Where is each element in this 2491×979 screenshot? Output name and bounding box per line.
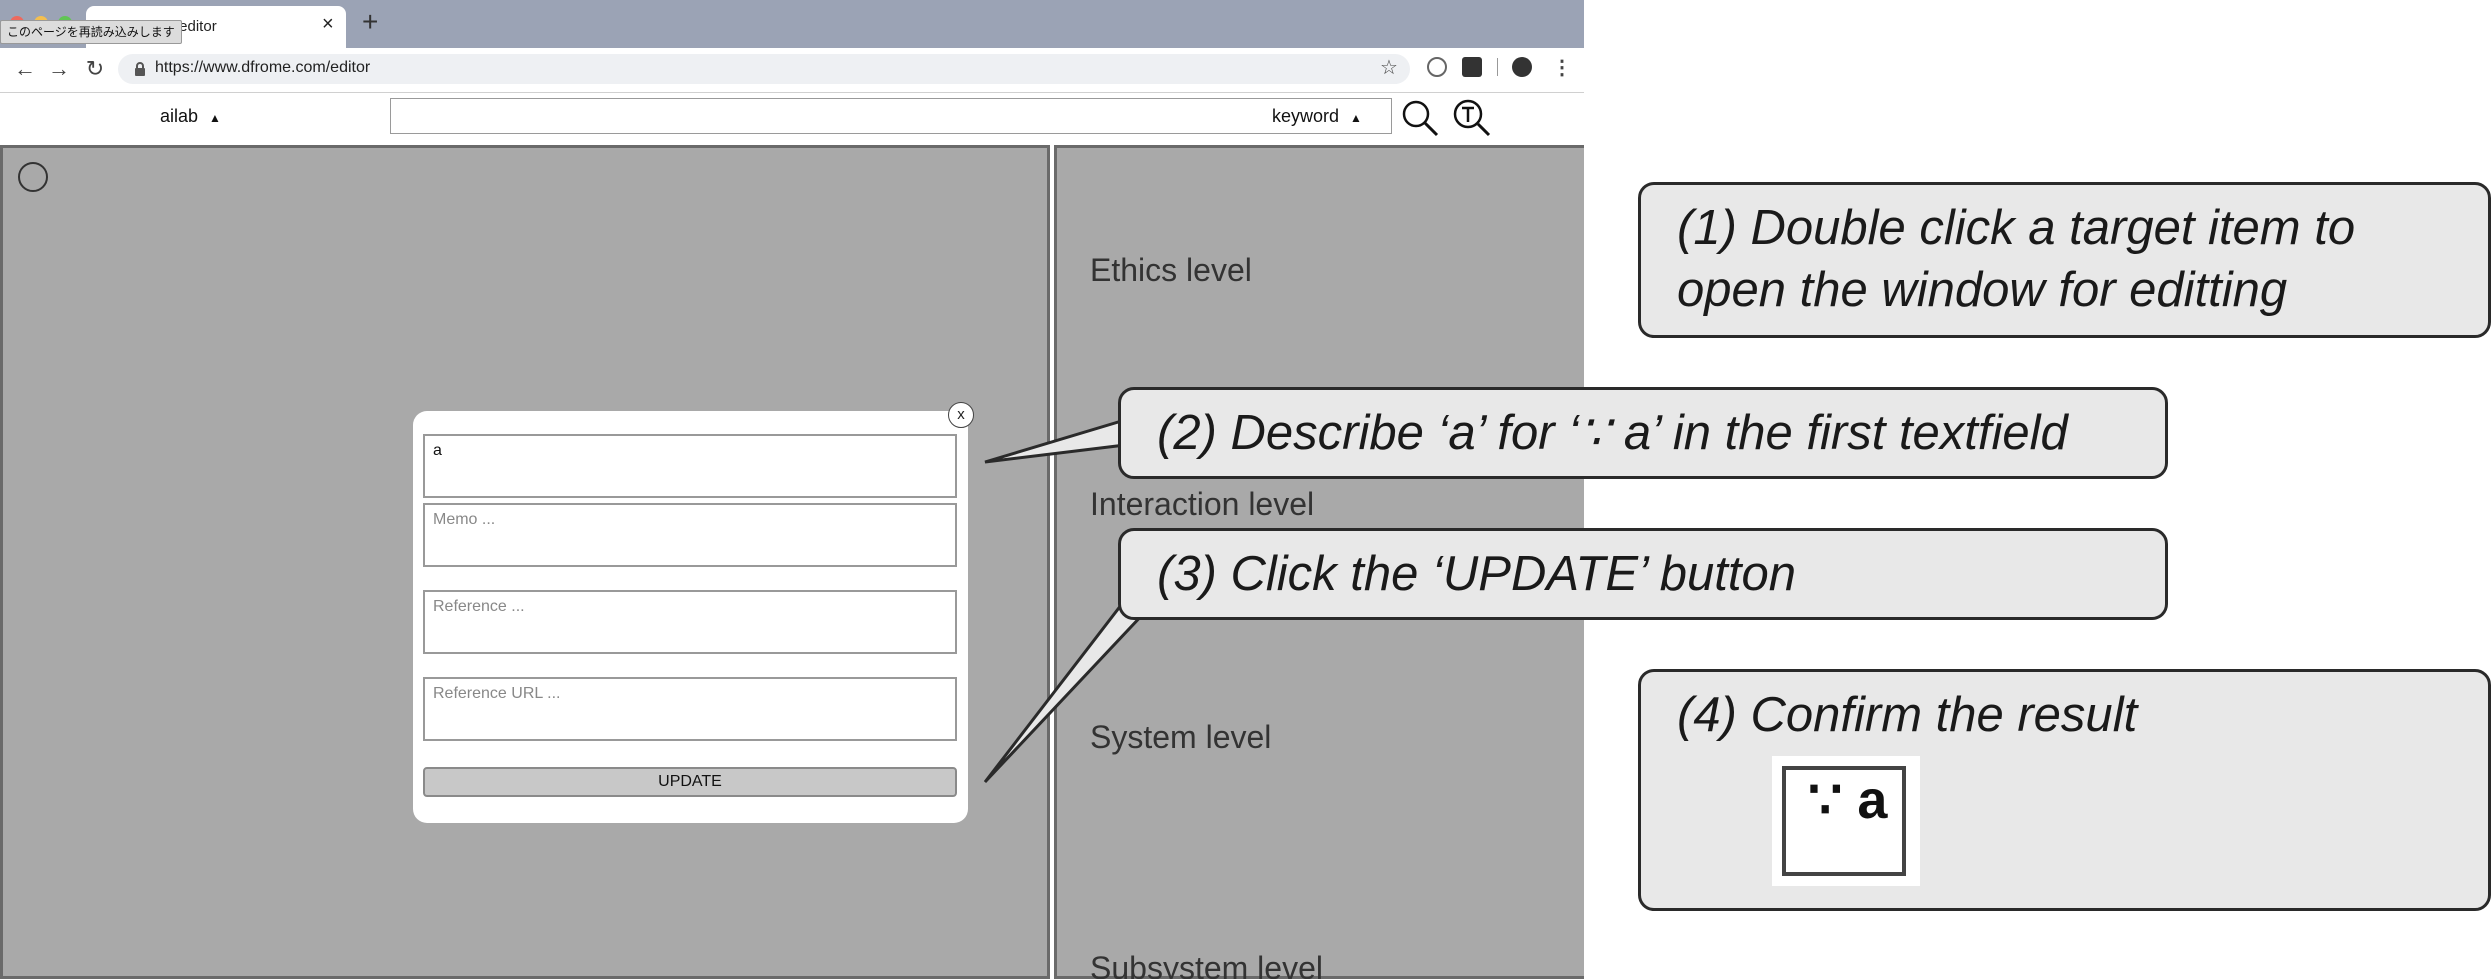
callout2-pointer: [984, 417, 1127, 464]
callout3-pointer: [983, 598, 1148, 784]
result-item-text: ∵ a: [1808, 770, 1888, 830]
callout-step1: (1) Double click a target item to open t…: [1638, 182, 2491, 338]
callout-step1-text: (1) Double click a target item to open t…: [1677, 201, 2356, 317]
callout-step3: (3) Click the ‘UPDATE’ button: [1118, 528, 2168, 620]
callout-step2: (2) Describe ‘a’ for ‘∵ a’ in the first …: [1118, 387, 2168, 479]
callout-step3-text: (3) Click the ‘UPDATE’ button: [1157, 547, 1797, 601]
callout-step4: (4) Confirm the result: [1638, 669, 2491, 911]
callout-step2-text: (2) Describe ‘a’ for ‘∵ a’ in the first …: [1157, 406, 2068, 460]
callout-step4-text: (4) Confirm the result: [1677, 688, 2138, 742]
